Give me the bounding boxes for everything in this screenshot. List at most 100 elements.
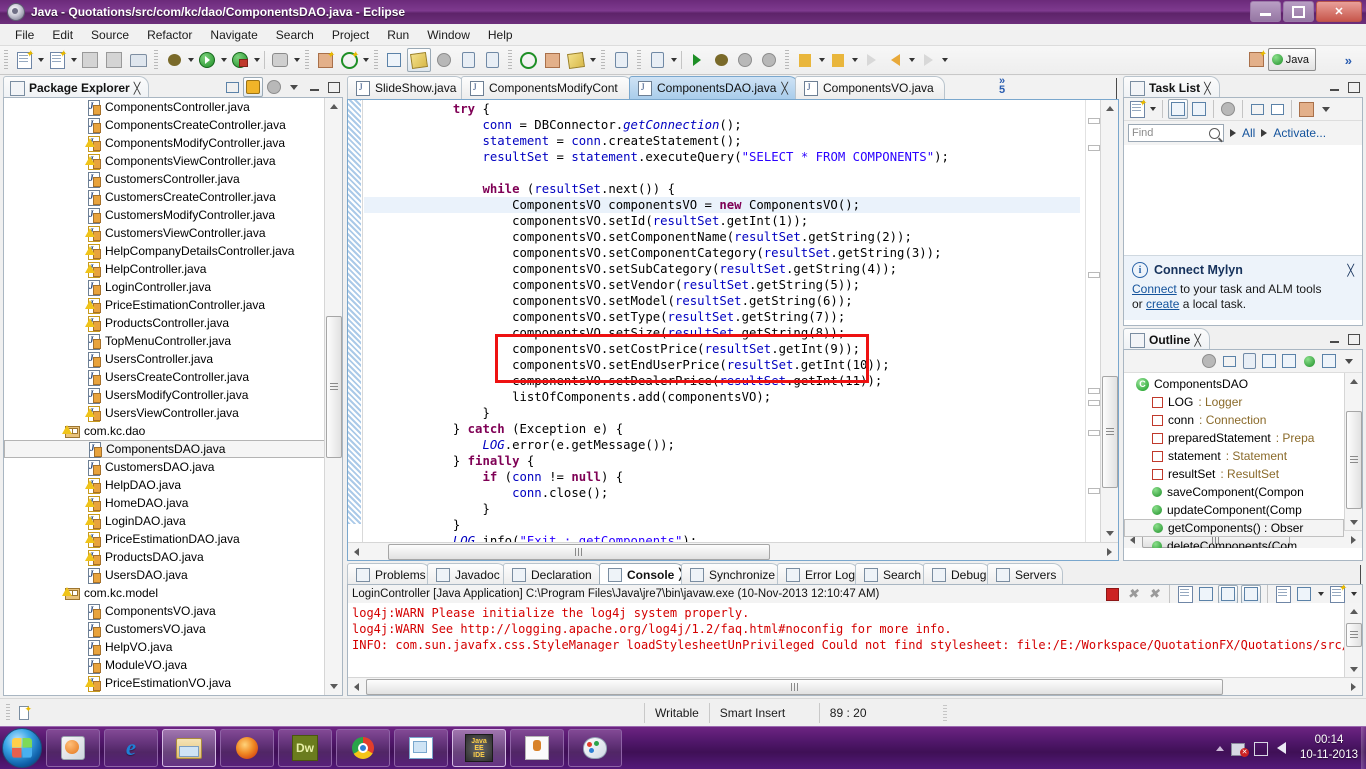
- editor-scroll-right-icon[interactable]: [1101, 543, 1118, 560]
- editor-body[interactable]: try { conn = DBConnector.getConnection()…: [347, 99, 1119, 561]
- outline-item[interactable]: updateComponent(Comp: [1124, 501, 1344, 519]
- save-icon[interactable]: [79, 49, 101, 71]
- scheduled-view-icon[interactable]: [1190, 100, 1208, 118]
- toolbar-grip-8[interactable]: [785, 50, 789, 70]
- taskbar-paint-icon[interactable]: [568, 729, 622, 767]
- resume-icon[interactable]: [686, 49, 708, 71]
- tree-item[interactable]: J PriceEstimationDAO.java: [4, 530, 326, 548]
- task-filter-all[interactable]: All: [1242, 126, 1255, 140]
- task-activate-link[interactable]: Activate...: [1273, 126, 1326, 140]
- collapse-all-icon[interactable]: [223, 78, 241, 96]
- minimize-view-icon[interactable]: [305, 78, 323, 96]
- run-icon[interactable]: [196, 49, 218, 71]
- package-explorer-vscrollbar[interactable]: [324, 98, 342, 695]
- annotation-dropdown-icon[interactable]: [588, 49, 597, 71]
- menu-navigate[interactable]: Navigate: [201, 26, 266, 44]
- taskbar-internet-explorer-icon[interactable]: e: [104, 729, 158, 767]
- task-view-menu-icon[interactable]: [1317, 100, 1335, 118]
- taskbar-windows-media-player-icon[interactable]: [46, 729, 100, 767]
- show-desktop-button[interactable]: [1361, 727, 1366, 769]
- annotation-icon[interactable]: [565, 49, 587, 71]
- tab-package-explorer[interactable]: Package Explorer ╳: [3, 76, 150, 99]
- bottom-tab-error-log[interactable]: Error Log: [777, 563, 859, 585]
- tree-item[interactable]: J UsersModifyController.java: [4, 386, 326, 404]
- back-dropdown-icon[interactable]: [907, 49, 916, 71]
- outline-item[interactable]: LOG : Logger: [1124, 393, 1344, 411]
- run-dropdown-icon[interactable]: [219, 49, 228, 71]
- suspend-icon[interactable]: [758, 49, 780, 71]
- outline-item-selected[interactable]: getComponents() : Obser: [1124, 519, 1344, 537]
- bookmark-icon[interactable]: [610, 49, 632, 71]
- bottom-tab-console[interactable]: Console╳: [599, 563, 686, 585]
- forward-icon[interactable]: [917, 49, 939, 71]
- editor-gutter[interactable]: [348, 100, 363, 542]
- previous-annotation-icon[interactable]: [827, 49, 849, 71]
- outline-item[interactable]: conn : Connection: [1124, 411, 1344, 429]
- scroll-thumb[interactable]: [326, 316, 342, 458]
- taskbar-clock[interactable]: 00:14 10-11-2013: [1300, 733, 1358, 763]
- tree-item[interactable]: J CustomersCreateController.java: [4, 188, 326, 206]
- scroll-lock-icon[interactable]: [1197, 586, 1215, 603]
- tree-item[interactable]: J HelpController.java: [4, 260, 326, 278]
- new-task-dropdown-icon[interactable]: [1148, 98, 1157, 120]
- terminate-icon[interactable]: [734, 49, 756, 71]
- outline-scroll-up-icon[interactable]: [1345, 373, 1362, 390]
- scroll-up-icon[interactable]: [325, 98, 342, 115]
- tree-item[interactable]: J LoginDAO.java: [4, 512, 326, 530]
- remove-launch-icon[interactable]: ✖: [1124, 586, 1142, 603]
- outline-item[interactable]: statement : Statement: [1124, 447, 1344, 465]
- perspective-java-button[interactable]: Java: [1267, 48, 1316, 71]
- taskbar-sql-developer-icon[interactable]: [394, 729, 448, 767]
- menu-help[interactable]: Help: [479, 26, 522, 44]
- hide-fields-icon[interactable]: [1260, 352, 1278, 370]
- tree-item[interactable]: J ComponentsModifyController.java: [4, 134, 326, 152]
- tree-item[interactable]: J LoginController.java: [4, 278, 326, 296]
- maximize-outline-icon[interactable]: [1345, 330, 1363, 348]
- toolbar-grip-6[interactable]: [601, 50, 605, 70]
- editor-tab-3[interactable]: ComponentsDAO.java ╳: [629, 76, 799, 99]
- status-new-icon[interactable]: ✦: [16, 704, 34, 722]
- activate-arrow-icon[interactable]: [1261, 129, 1268, 137]
- paragraph-marks-icon[interactable]: [481, 49, 503, 71]
- tree-item[interactable]: J HomeDAO.java: [4, 494, 326, 512]
- bottom-tab-debug[interactable]: Debug: [923, 563, 991, 585]
- next-annotation-dropdown-icon[interactable]: [817, 49, 826, 71]
- network-disconnected-icon[interactable]: ✕: [1231, 740, 1250, 757]
- task-list-empty-area[interactable]: [1124, 145, 1362, 255]
- outline-item[interactable]: resultSet : ResultSet: [1124, 465, 1344, 483]
- outline-item[interactable]: preparedStatement : Prepa: [1124, 429, 1344, 447]
- tree-item[interactable]: J CustomersViewController.java: [4, 224, 326, 242]
- outline-view-menu-icon[interactable]: [1340, 352, 1358, 370]
- outline-vscrollbar[interactable]: [1344, 373, 1362, 531]
- tree-item[interactable]: J ComponentsViewController.java: [4, 152, 326, 170]
- toolbar-grip-4[interactable]: [374, 50, 378, 70]
- new-generic-dropdown-icon[interactable]: [361, 49, 370, 71]
- close-icon[interactable]: ╳: [1347, 264, 1354, 277]
- tree-item[interactable]: J ComponentsCreateController.java: [4, 116, 326, 134]
- toolbar-grip-2[interactable]: [154, 50, 158, 70]
- back-icon[interactable]: [884, 49, 906, 71]
- menu-search[interactable]: Search: [267, 26, 323, 44]
- forward-dropdown-icon[interactable]: [940, 49, 949, 71]
- toggle-mark-occurrences-icon[interactable]: [407, 48, 431, 72]
- editor-tab-overflow[interactable]: » 5: [999, 76, 1005, 96]
- menu-source[interactable]: Source: [82, 26, 138, 44]
- server-dropdown-icon[interactable]: [669, 49, 678, 71]
- show-hidden-icons-icon[interactable]: [1216, 745, 1225, 751]
- sort-alphabetically-icon[interactable]: [1240, 352, 1258, 370]
- tree-item[interactable]: com.kc.dao: [4, 422, 326, 440]
- outline-scroll-down-icon[interactable]: [1345, 514, 1362, 531]
- scroll-down-icon[interactable]: [325, 678, 342, 695]
- editor-hscrollbar[interactable]: [348, 542, 1118, 560]
- console-scroll-up-icon[interactable]: [1345, 603, 1362, 620]
- volume-icon[interactable]: [1277, 740, 1293, 756]
- tree-item[interactable]: J CustomersDAO.java: [4, 458, 326, 476]
- new-task-icon[interactable]: ✦: [1128, 98, 1147, 118]
- view-menu-filters-icon[interactable]: [265, 78, 283, 96]
- collapse-all-outline-icon[interactable]: [1220, 352, 1238, 370]
- tree-item[interactable]: J HelpVO.java: [4, 638, 326, 656]
- status-bar-resize-grip[interactable]: [942, 705, 947, 721]
- task-presentation-icon[interactable]: [1268, 100, 1286, 118]
- console-hscrollbar[interactable]: [348, 677, 1362, 695]
- display-console-dropdown-icon[interactable]: [1316, 583, 1325, 605]
